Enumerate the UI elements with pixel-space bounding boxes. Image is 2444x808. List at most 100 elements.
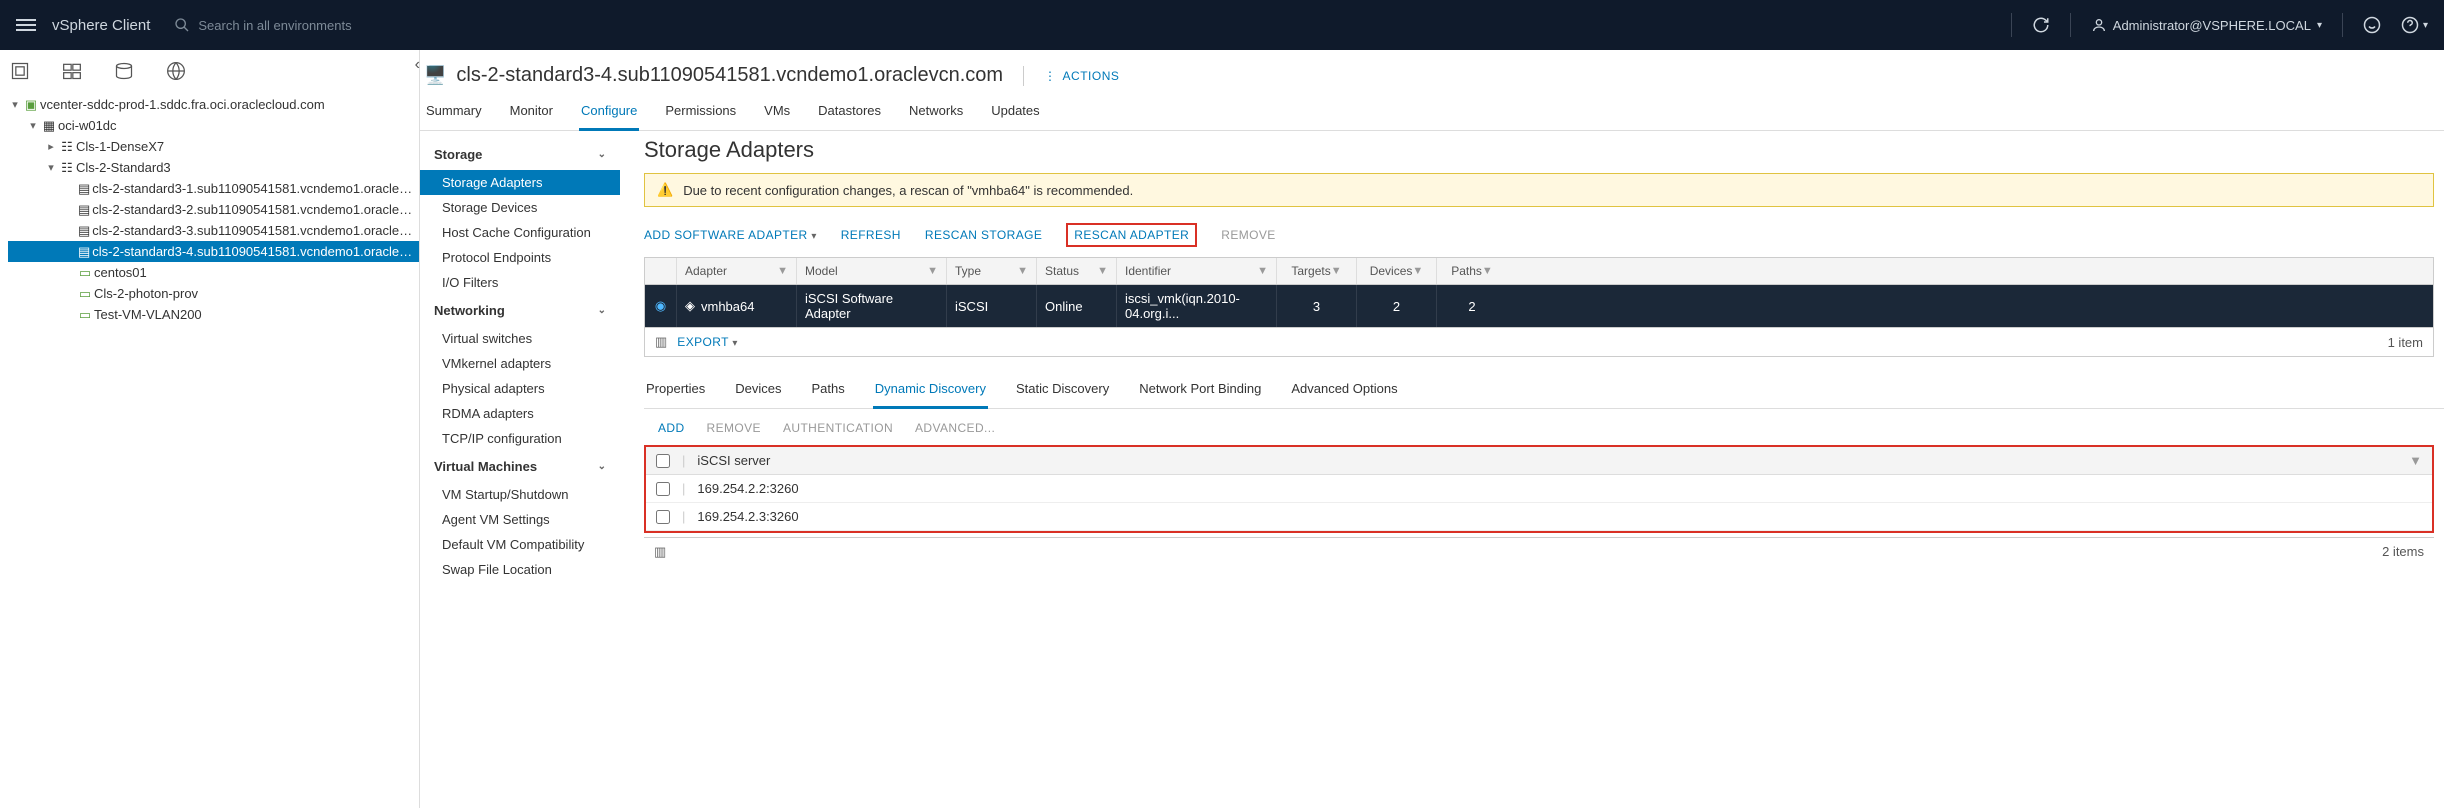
col-devices[interactable]: Devices▼ (1357, 258, 1437, 284)
hosts-view-icon[interactable] (10, 61, 30, 84)
export-button[interactable]: EXPORT ▾ (677, 335, 737, 349)
config-item-host-cache[interactable]: Host Cache Configuration (420, 220, 620, 245)
tree-cluster[interactable]: ▸ ☷ Cls-1-DenseX7 (8, 136, 419, 157)
config-group-storage[interactable]: Storage⌄ (420, 139, 620, 170)
tree-vcenter[interactable]: ▾ ▣ vcenter-sddc-prod-1.sddc.fra.oci.ora… (8, 94, 419, 115)
config-item-tcpip[interactable]: TCP/IP configuration (420, 426, 620, 451)
filter-icon[interactable]: ▼ (927, 265, 938, 277)
col-targets[interactable]: Targets▼ (1277, 258, 1357, 284)
main-content: 🖥️ cls-2-standard3-4.sub11090541581.vcnd… (420, 50, 2444, 808)
datacenter-icon: ▦ (40, 118, 58, 134)
rescan-alert: ⚠️ Due to recent configuration changes, … (644, 173, 2434, 207)
topbar: vSphere Client Search in all environment… (0, 0, 2444, 50)
col-type[interactable]: Type▼ (947, 258, 1037, 284)
tree-host[interactable]: ▤ cls-2-standard3-2.sub11090541581.vcnde… (8, 199, 419, 220)
row-checkbox[interactable] (656, 482, 670, 496)
table-row[interactable]: | 169.254.2.3:3260 (646, 503, 2432, 531)
col-model[interactable]: Model▼ (797, 258, 947, 284)
tree-host[interactable]: ▤ cls-2-standard3-4.sub11090541581.vcnde… (8, 241, 419, 262)
filter-icon[interactable]: ▼ (1331, 265, 1342, 277)
subtab-properties[interactable]: Properties (644, 375, 707, 408)
inventory-tree: ▾ ▣ vcenter-sddc-prod-1.sddc.fra.oci.ora… (0, 90, 419, 325)
user-menu[interactable]: Administrator@VSPHERE.LOCAL ▾ (2091, 17, 2322, 33)
filter-icon[interactable]: ▼ (777, 265, 788, 277)
config-item-swap[interactable]: Swap File Location (420, 557, 620, 582)
config-item-vm-startup[interactable]: VM Startup/Shutdown (420, 482, 620, 507)
col-paths[interactable]: Paths▼ (1437, 258, 1507, 284)
add-software-adapter-button[interactable]: ADD SOFTWARE ADAPTER ▾ (644, 228, 817, 242)
config-item-storage-adapters[interactable]: Storage Adapters (420, 170, 620, 195)
search-box[interactable]: Search in all environments (174, 17, 2010, 33)
filter-icon[interactable]: ▼ (2409, 453, 2422, 468)
tab-permissions[interactable]: Permissions (663, 97, 738, 130)
help-icon[interactable]: ▾ (2401, 16, 2428, 34)
actions-menu[interactable]: ⋮ ACTIONS (1044, 69, 1119, 83)
config-group-vms[interactable]: Virtual Machines⌄ (420, 451, 620, 482)
tree-vm[interactable]: ▭ Cls-2-photon-prov (8, 283, 419, 304)
columns-icon[interactable]: ▥ (655, 334, 667, 350)
subtab-static-discovery[interactable]: Static Discovery (1014, 375, 1111, 408)
col-identifier[interactable]: Identifier▼ (1117, 258, 1277, 284)
filter-icon[interactable]: ▼ (1482, 265, 1493, 277)
caret-icon[interactable]: ▸ (44, 140, 58, 153)
tab-vms[interactable]: VMs (762, 97, 792, 130)
config-item-protocol-endpoints[interactable]: Protocol Endpoints (420, 245, 620, 270)
config-item-physical-adapters[interactable]: Physical adapters (420, 376, 620, 401)
tree-vm[interactable]: ▭ Test-VM-VLAN200 (8, 304, 419, 325)
config-item-default-compat[interactable]: Default VM Compatibility (420, 532, 620, 557)
refresh-button[interactable]: REFRESH (841, 228, 901, 242)
caret-icon[interactable]: ▾ (8, 98, 22, 111)
filter-icon[interactable]: ▼ (1017, 265, 1028, 277)
col-iscsi-server[interactable]: iSCSI server (697, 453, 770, 468)
rescan-storage-button[interactable]: RESCAN STORAGE (925, 228, 1042, 242)
radio-selected-icon[interactable]: ◉ (655, 298, 666, 314)
subtab-advanced[interactable]: Advanced Options (1289, 375, 1399, 408)
config-group-networking[interactable]: Networking⌄ (420, 295, 620, 326)
tree-vm[interactable]: ▭ centos01 (8, 262, 419, 283)
config-item-io-filters[interactable]: I/O Filters (420, 270, 620, 295)
network-view-icon[interactable] (166, 61, 186, 84)
tree-cluster[interactable]: ▾ ☷ Cls-2-Standard3 (8, 157, 419, 178)
vms-view-icon[interactable] (62, 61, 82, 84)
tab-configure[interactable]: Configure (579, 97, 639, 131)
config-item-virtual-switches[interactable]: Virtual switches (420, 326, 620, 351)
collapse-panel-icon[interactable]: ‹ (415, 56, 420, 74)
rescan-adapter-button[interactable]: RESCAN ADAPTER (1066, 223, 1197, 247)
caret-icon[interactable]: ▾ (44, 161, 58, 174)
subtab-port-binding[interactable]: Network Port Binding (1137, 375, 1263, 408)
storage-view-icon[interactable] (114, 61, 134, 84)
chevron-down-icon: ▾ (2423, 20, 2428, 31)
columns-icon[interactable]: ▥ (654, 544, 666, 560)
config-item-vmkernel[interactable]: VMkernel adapters (420, 351, 620, 376)
config-item-rdma[interactable]: RDMA adapters (420, 401, 620, 426)
tab-networks[interactable]: Networks (907, 97, 965, 130)
tab-monitor[interactable]: Monitor (508, 97, 555, 130)
menu-icon[interactable] (16, 16, 36, 34)
caret-icon[interactable]: ▾ (26, 119, 40, 132)
filter-icon[interactable]: ▼ (1097, 265, 1108, 277)
config-item-agent-vm[interactable]: Agent VM Settings (420, 507, 620, 532)
host-icon: ▤ (76, 181, 92, 197)
table-row[interactable]: | 169.254.2.2:3260 (646, 475, 2432, 503)
tree-datacenter[interactable]: ▾ ▦ oci-w01dc (8, 115, 419, 136)
config-item-storage-devices[interactable]: Storage Devices (420, 195, 620, 220)
tree-host[interactable]: ▤ cls-2-standard3-3.sub11090541581.vcnde… (8, 220, 419, 241)
subtab-paths[interactable]: Paths (810, 375, 847, 408)
user-label: Administrator@VSPHERE.LOCAL (2113, 18, 2311, 33)
tab-updates[interactable]: Updates (989, 97, 1041, 130)
add-server-button[interactable]: ADD (658, 421, 685, 435)
subtab-devices[interactable]: Devices (733, 375, 783, 408)
row-checkbox[interactable] (656, 510, 670, 524)
filter-icon[interactable]: ▼ (1257, 265, 1268, 277)
tree-host[interactable]: ▤ cls-2-standard3-1.sub11090541581.vcnde… (8, 178, 419, 199)
refresh-icon[interactable] (2032, 16, 2050, 34)
filter-icon[interactable]: ▼ (1412, 265, 1423, 277)
tab-datastores[interactable]: Datastores (816, 97, 883, 130)
subtab-dynamic-discovery[interactable]: Dynamic Discovery (873, 375, 988, 409)
col-adapter[interactable]: Adapter▼ (677, 258, 797, 284)
tab-summary[interactable]: Summary (424, 97, 484, 130)
col-status[interactable]: Status▼ (1037, 258, 1117, 284)
select-all-checkbox[interactable] (656, 454, 670, 468)
smiley-icon[interactable] (2363, 16, 2381, 34)
table-row[interactable]: ◉ ◈vmhba64 iSCSI Software Adapter iSCSI … (645, 285, 2433, 327)
